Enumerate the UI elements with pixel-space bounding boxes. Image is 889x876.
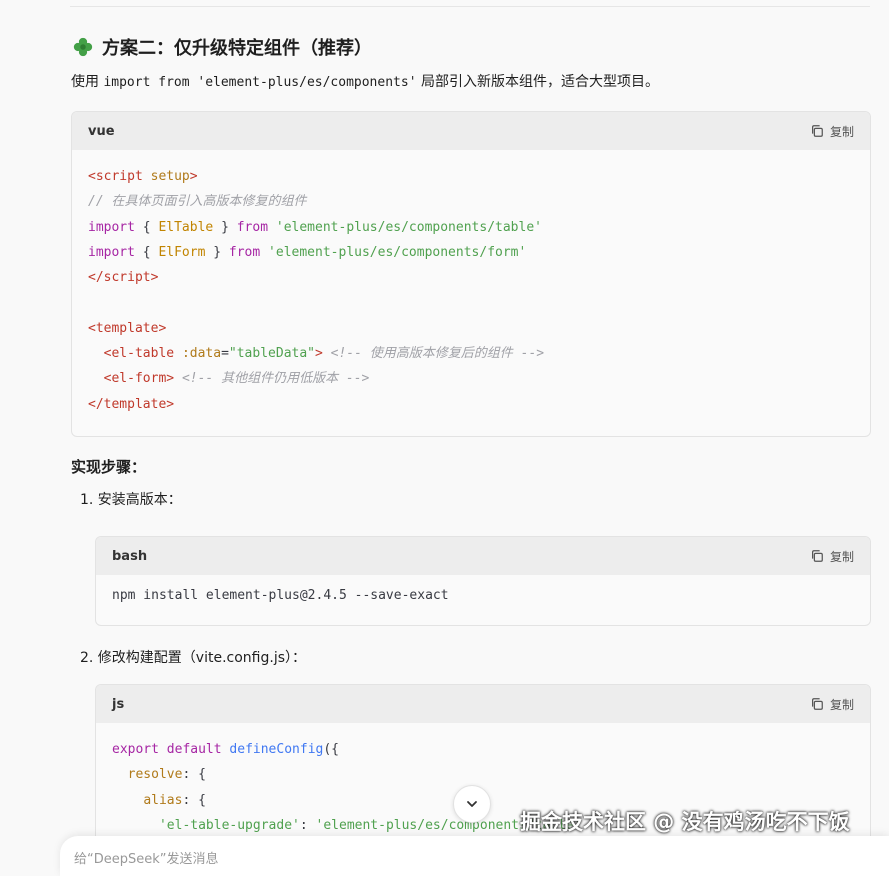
copy-button[interactable]: 复制 [810,548,854,565]
scroll-to-bottom-button[interactable] [453,785,491,823]
code-line: export default defineConfig({ [112,742,339,757]
section-heading: 方案二：仅升级特定组件（推荐） [72,34,372,60]
chevron-down-icon [467,801,477,807]
code-line: <template> [88,320,167,336]
watermark: 掘金技术社区 @ 没有鸡汤吃不下饭 [520,810,850,834]
code-content: npm install element-plus@2.4.5 --save-ex… [96,575,870,622]
section-heading-text: 方案二：仅升级特定组件（推荐） [102,38,372,59]
copy-icon [811,125,823,137]
code-line: <script setup> [88,169,198,184]
code-line: import { ElTable } from 'element-plus/es… [88,219,542,235]
code-block-bash: bash 复制 npm install element-plus@2.4.5 -… [95,536,871,626]
copy-label: 复制 [829,124,854,139]
code-line: import { ElForm } from 'element-plus/es/… [88,244,527,260]
copy-button[interactable]: 复制 [810,696,854,713]
copy-icon [811,698,823,710]
intro-post: 局部引入新版本组件，适合大型项目。 [416,74,659,90]
top-divider [70,6,870,7]
code-line: npm install element-plus@2.4.5 --save-ex… [112,588,449,603]
code-block-header: bash 复制 [96,537,870,575]
steps-heading: 实现步骤： [71,458,147,476]
step-1-text: 1. 安装高版本： [80,492,182,508]
code-line: resolve: { [127,767,206,783]
code-line: <el-form> <!-- 其他组件仍用低版本 --> [103,371,370,387]
intro-paragraph: 使用 import from 'element-plus/es/componen… [71,72,659,93]
copy-icon [811,550,823,562]
copy-label: 复制 [829,697,854,712]
code-line: </script> [88,270,159,286]
step-2-text: 2. 修改构建配置（vite.config.js）： [80,650,307,666]
code-line: <el-table :data="tableData"> <!-- 使用高版本修… [103,346,545,362]
code-block-header: vue 复制 [72,112,870,150]
code-content: <script setup> // 在具体页面引入高版本修复的组件 import {… [72,150,870,431]
code-language-label: bash [112,548,148,564]
copy-button[interactable]: 复制 [810,123,854,140]
code-line: </template> [88,396,175,412]
code-block-vue: vue 复制 <script setup> // 在具体页面引入高版本修复的组件 i… [71,111,871,437]
code-language-label: vue [88,123,115,139]
code-block-header: js 复制 [96,685,870,723]
clover-icon [73,37,93,57]
intro-pre: 使用 [71,74,104,90]
copy-label: 复制 [829,549,854,564]
code-line: // 在具体页面引入高版本修复的组件 [88,194,307,210]
message-input-box[interactable]: 给“DeepSeek”发送消息 [60,836,889,876]
intro-code: import from 'element-plus/es/components' [103,75,417,90]
message-input-placeholder: 给“DeepSeek”发送消息 [74,852,219,867]
code-language-label: js [112,696,125,712]
